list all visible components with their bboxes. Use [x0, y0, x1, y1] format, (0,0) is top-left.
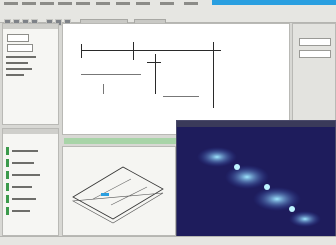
menu-item-insert[interactable]: [58, 2, 72, 5]
toolbar: [0, 8, 336, 26]
menu-item-help[interactable]: [136, 2, 150, 5]
dimension-line: [103, 84, 104, 94]
tree-item[interactable]: [12, 162, 34, 164]
left-panel-upper-title: [3, 24, 58, 29]
right-panel: [292, 23, 336, 125]
menu-bar: [0, 0, 336, 8]
tree-item[interactable]: [12, 186, 32, 188]
menu-item-view[interactable]: [40, 2, 54, 5]
menu-item-extra2[interactable]: [184, 2, 198, 5]
right-panel-field-2[interactable]: [299, 50, 331, 58]
tree-item[interactable]: [12, 210, 30, 212]
menu-item-format[interactable]: [76, 2, 90, 5]
dimension-line: [81, 74, 141, 75]
tree-item-icon: [6, 195, 9, 203]
drawing-line: [81, 44, 82, 58]
drawing-sheet[interactable]: [62, 23, 290, 135]
tree-item[interactable]: [12, 150, 38, 152]
option-field-2[interactable]: [7, 44, 33, 52]
left-panel-upper: [2, 23, 59, 125]
tree-item-icon: [6, 171, 9, 179]
tree-item-icon: [6, 147, 9, 155]
tree-item-icon: [6, 207, 9, 215]
drawing-line: [155, 54, 156, 94]
list-item[interactable]: [6, 74, 24, 76]
selection-strip: [64, 138, 176, 144]
left-panel-lower: [2, 128, 59, 236]
right-panel-field[interactable]: [299, 38, 331, 46]
tree-item-icon: [6, 159, 9, 167]
drawing-line: [81, 50, 221, 51]
menu-item-extra[interactable]: [160, 2, 174, 5]
menu-item-file[interactable]: [4, 2, 18, 5]
list-item[interactable]: [6, 62, 28, 64]
tree-item-icon: [6, 183, 9, 191]
option-field[interactable]: [7, 34, 29, 42]
tree-item[interactable]: [12, 198, 36, 200]
title-accent: [212, 0, 336, 5]
isometric-view[interactable]: [62, 146, 176, 236]
menu-item-window[interactable]: [116, 2, 130, 5]
drawing-line: [147, 62, 161, 63]
menu-item-edit[interactable]: [22, 2, 36, 5]
list-item[interactable]: [6, 56, 36, 58]
render-window[interactable]: [176, 120, 336, 238]
drawing-line: [133, 42, 134, 60]
menu-item-tools[interactable]: [96, 2, 110, 5]
render-image: [197, 147, 321, 227]
list-item[interactable]: [6, 68, 32, 70]
drawing-line: [213, 42, 214, 108]
dimension-line: [163, 96, 199, 97]
tree-item[interactable]: [12, 174, 40, 176]
isometric-part: [71, 166, 164, 224]
left-panel-lower-title: [3, 129, 58, 134]
